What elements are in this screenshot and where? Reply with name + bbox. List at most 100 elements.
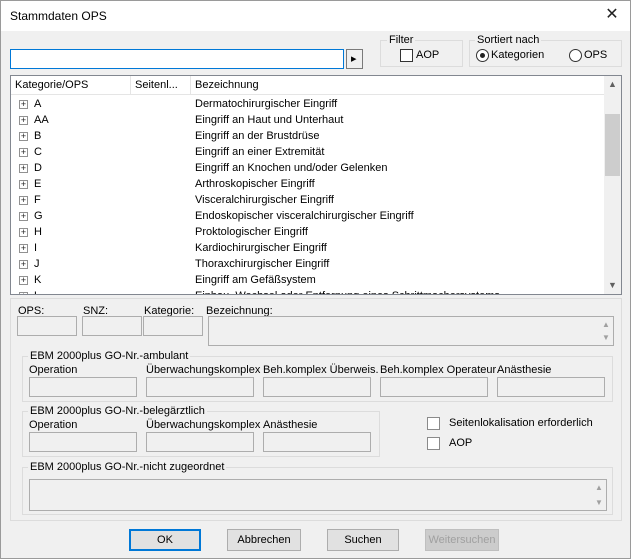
scroll-down-icon[interactable]: ▼	[604, 277, 621, 294]
ambulant-ueberwachung-label: Überwachungskomplex	[146, 364, 261, 376]
row-category-code: G	[34, 210, 43, 222]
ambulant-ueberweis-label: Beh.komplex Überweis.	[263, 364, 379, 376]
beleg-ueberwachung-field	[146, 432, 254, 452]
expand-plus-icon[interactable]: +	[19, 116, 28, 125]
expand-plus-icon[interactable]: +	[19, 100, 28, 109]
expand-plus-icon[interactable]: +	[19, 276, 28, 285]
expand-plus-icon[interactable]: +	[19, 292, 28, 294]
cancel-button[interactable]: Abbrechen	[227, 529, 301, 551]
row-description: Eingriff an einer Extremität	[195, 146, 325, 158]
snz-field	[82, 316, 142, 336]
search-next-button[interactable]: Weitersuchen	[425, 529, 499, 551]
tree-row[interactable]: + F Visceralchirurgischer Eingriff	[11, 192, 605, 208]
expand-plus-icon[interactable]: +	[19, 148, 28, 157]
nicht-zugeordnet-field: ▲ ▼	[29, 479, 607, 511]
tree-row[interactable]: + AA Eingriff an Haut und Unterhaut	[11, 112, 605, 128]
scroll-up-icon: ▲	[595, 483, 603, 492]
sort-categories-label: Kategorien	[491, 49, 545, 61]
nicht-zugeordnet-legend: EBM 2000plus GO-Nr.-nicht zugeordnet	[28, 461, 227, 473]
ambulant-anaesthesie-label: Anästhesie	[497, 364, 552, 376]
ok-button[interactable]: OK	[129, 529, 201, 551]
tree-row[interactable]: + A Dermatochirurgischer Eingriff	[11, 96, 605, 112]
row-category-code: L	[34, 288, 40, 294]
tree-row[interactable]: + C Eingriff an einer Extremität	[11, 144, 605, 160]
row-category-code: J	[34, 258, 40, 270]
beleg-operation-field	[29, 432, 137, 452]
row-description: Eingriff an Knochen und/oder Gelenken	[195, 162, 388, 174]
search-button[interactable]: Suchen	[327, 529, 399, 551]
seitenlokalisation-checkbox[interactable]	[427, 417, 440, 430]
row-category-code: B	[34, 130, 42, 142]
row-category-code: F	[34, 194, 41, 206]
ambulant-anaesthesie-field	[497, 377, 605, 397]
column-header: Kategorie/OPS Seitenl... Bezeichnung	[11, 76, 605, 95]
kategorie-field	[143, 316, 203, 336]
column-header-seitenl[interactable]: Seitenl...	[131, 76, 191, 95]
tree-row[interactable]: + E Arthroskopischer Eingriff	[11, 176, 605, 192]
beleg-anaesthesie-field	[263, 432, 371, 452]
row-description: Kardiochirurgischer Eingriff	[195, 242, 327, 254]
expand-plus-icon[interactable]: +	[19, 164, 28, 173]
expand-plus-icon[interactable]: +	[19, 244, 28, 253]
scroll-up-icon: ▲	[602, 320, 610, 329]
column-header-kategorie[interactable]: Kategorie/OPS	[11, 76, 131, 95]
row-description: Dermatochirurgischer Eingriff	[195, 98, 338, 110]
search-go-button[interactable]: ▸	[346, 49, 363, 69]
ambulant-legend: EBM 2000plus GO-Nr.-ambulant	[28, 350, 191, 362]
ambulant-operateur-label: Beh.komplex Operateur	[380, 364, 497, 376]
row-category-code: H	[34, 226, 42, 238]
sort-ops-radio[interactable]	[569, 49, 582, 62]
ambulant-ueberweis-field	[263, 377, 371, 397]
sort-legend: Sortiert nach	[475, 34, 542, 46]
beleg-operation-label: Operation	[29, 419, 78, 431]
row-category-code: K	[34, 274, 42, 286]
window-title: Stammdaten OPS	[10, 9, 107, 23]
search-input[interactable]	[10, 49, 344, 69]
row-description: Arthroskopischer Eingriff	[195, 178, 315, 190]
ops-field	[17, 316, 77, 336]
ambulant-operation-label: Operation	[29, 364, 78, 376]
dialog-window: Stammdaten OPS ✕ ▸ Filter AOP Sortiert n…	[0, 0, 631, 559]
column-header-bezeichnung[interactable]: Bezeichnung	[191, 76, 605, 95]
row-description: Eingriff an der Brustdrüse	[195, 130, 320, 142]
expand-plus-icon[interactable]: +	[19, 180, 28, 189]
row-category-code: E	[34, 178, 42, 190]
sort-categories-radio[interactable]	[476, 49, 489, 62]
tree-vertical-scrollbar[interactable]: ▲ ▼	[604, 76, 621, 294]
tree-row[interactable]: + H Proktologischer Eingriff	[11, 224, 605, 240]
expand-plus-icon[interactable]: +	[19, 212, 28, 221]
expand-plus-icon[interactable]: +	[19, 132, 28, 141]
row-category-code: A	[34, 98, 42, 110]
row-description: Eingriff am Gefäßsystem	[195, 274, 316, 286]
scroll-thumb[interactable]	[605, 114, 620, 176]
expand-plus-icon[interactable]: +	[19, 228, 28, 237]
row-description: Eingriff an Haut und Unterhaut	[195, 114, 344, 126]
tree-row[interactable]: + L Einbau, Wechsel oder Entfernung eines …	[11, 288, 605, 294]
tree-row[interactable]: + G Endoskopischer visceralchirurgischer E…	[11, 208, 605, 224]
tree-row[interactable]: + J Thoraxchirurgischer Eingriff	[11, 256, 605, 272]
row-description: Proktologischer Eingriff	[195, 226, 308, 238]
ambulant-operation-field	[29, 377, 137, 397]
aop-checkbox[interactable]	[427, 437, 440, 450]
expand-plus-icon[interactable]: +	[19, 260, 28, 269]
row-description: Visceralchirurgischer Eingriff	[195, 194, 334, 206]
ambulant-operateur-field	[380, 377, 488, 397]
belegaerztlich-legend: EBM 2000plus GO-Nr.-belegärztlich	[28, 405, 207, 417]
radio-selected-dot	[480, 53, 485, 58]
row-description: Einbau, Wechsel oder Entfernung eines Sc…	[195, 288, 500, 294]
close-icon[interactable]: ✕	[602, 5, 622, 25]
tree-row[interactable]: + K Eingriff am Gefäßsystem	[11, 272, 605, 288]
filter-aop-checkbox[interactable]	[400, 49, 413, 62]
expand-plus-icon[interactable]: +	[19, 196, 28, 205]
filter-aop-label: AOP	[416, 49, 440, 61]
beleg-anaesthesie-label: Anästhesie	[263, 419, 318, 431]
tree-row[interactable]: + B Eingriff an der Brustdrüse	[11, 128, 605, 144]
scroll-up-icon[interactable]: ▲	[604, 76, 621, 93]
tree-row[interactable]: + D Eingriff an Knochen und/oder Gelenken	[11, 160, 605, 176]
seitenlokalisation-label: Seitenlokalisation erforderlich	[449, 417, 593, 429]
row-category-code: I	[34, 242, 38, 254]
tree-row[interactable]: + I Kardiochirurgischer Eingriff	[11, 240, 605, 256]
beleg-ueberwachung-label: Überwachungskomplex	[146, 419, 261, 431]
row-description: Endoskopischer visceralchirurgischer Ein…	[195, 210, 414, 222]
ops-tree-list[interactable]: Kategorie/OPS Seitenl... Bezeichnung + A D…	[10, 75, 622, 295]
